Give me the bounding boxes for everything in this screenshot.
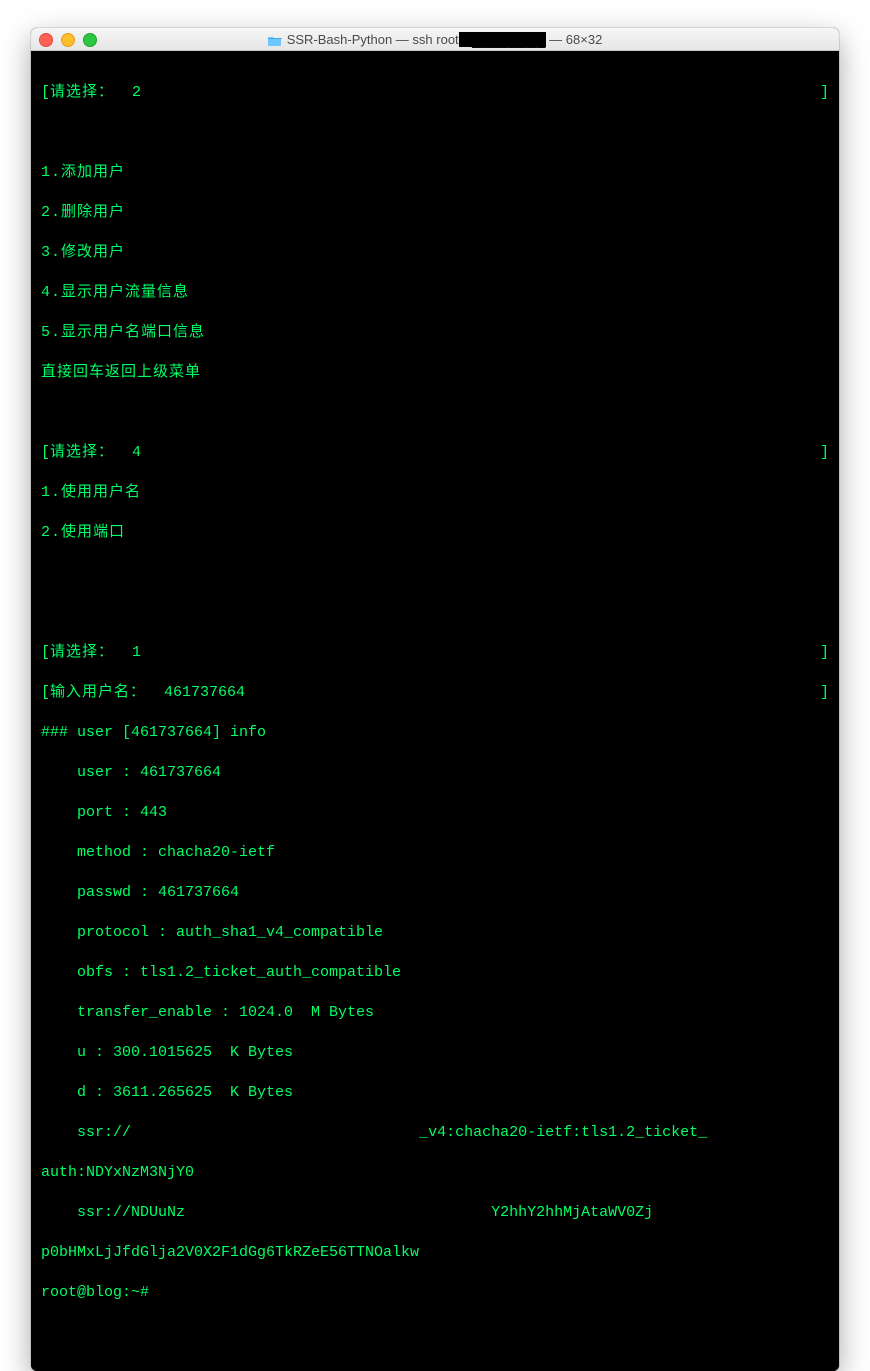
shell-prompt[interactable]: root@blog:~# [41, 1283, 829, 1303]
terminal-window: SSR-Bash-Python — ssh root@████████ — 68… [31, 28, 839, 1371]
blank [41, 603, 829, 623]
menu1-item-4: 4.显示用户流量信息 [41, 283, 829, 303]
prompt-line-1: [请选择： 2] [41, 83, 829, 103]
info-user: user : 461737664 [41, 763, 829, 783]
info-protocol: protocol : auth_sha1_v4_compatible [41, 923, 829, 943]
info-passwd: passwd : 461737664 [41, 883, 829, 903]
info-obfs: obfs : tls1.2_ticket_auth_compatible [41, 963, 829, 983]
ssr-link-1-wrap: auth:NDYxNzM3NjY0 [41, 1163, 829, 1183]
ssr-link-2-wrap: p0bHMxLjJfdGlja2V0X2F1dGg6TkRZeE56TTNOal… [41, 1243, 829, 1263]
info-port: port : 443 [41, 803, 829, 823]
info-transfer: transfer_enable : 1024.0 M Bytes [41, 1003, 829, 1023]
info-download: d : 3611.265625 K Bytes [41, 1083, 829, 1103]
prompt-line-3: [请选择： 1] [41, 643, 829, 663]
menu1-back: 直接回车返回上级菜单 [41, 363, 829, 383]
menu2-item-2: 2.使用端口 [41, 523, 829, 543]
menu1-item-2: 2.删除用户 [41, 203, 829, 223]
close-icon[interactable] [39, 33, 53, 47]
zoom-icon[interactable] [83, 33, 97, 47]
terminal-body[interactable]: [请选择： 2] 1.添加用户 2.删除用户 3.修改用户 4.显示用户流量信息… [31, 51, 839, 1371]
blank [41, 123, 829, 143]
menu1-item-1: 1.添加用户 [41, 163, 829, 183]
menu1-item-3: 3.修改用户 [41, 243, 829, 263]
info-upload: u : 300.1015625 K Bytes [41, 1043, 829, 1063]
window-titlebar: SSR-Bash-Python — ssh root@████████ — 68… [31, 28, 839, 51]
blank [41, 403, 829, 423]
menu1-item-5: 5.显示用户名端口信息 [41, 323, 829, 343]
title-text: SSR-Bash-Python — ssh root@████████ — 68… [287, 32, 603, 47]
window-title: SSR-Bash-Python — ssh root@████████ — 68… [31, 32, 839, 47]
prompt-line-2: [请选择： 4] [41, 443, 829, 463]
folder-icon [268, 34, 282, 45]
ssr-link-2: ssr://NDUuNz Y2hhY2hhMjAtaWV0Zj [41, 1203, 829, 1223]
info-header: ### user [461737664] info [41, 723, 829, 743]
menu2-item-1: 1.使用用户名 [41, 483, 829, 503]
traffic-lights [39, 33, 97, 47]
input-username-line: [输入用户名： 461737664] [41, 683, 829, 703]
info-method: method : chacha20-ietf [41, 843, 829, 863]
ssr-link-1: ssr:// _v4:chacha20-ietf:tls1.2_ticket_ [41, 1123, 829, 1143]
minimize-icon[interactable] [61, 33, 75, 47]
blank [41, 563, 829, 583]
